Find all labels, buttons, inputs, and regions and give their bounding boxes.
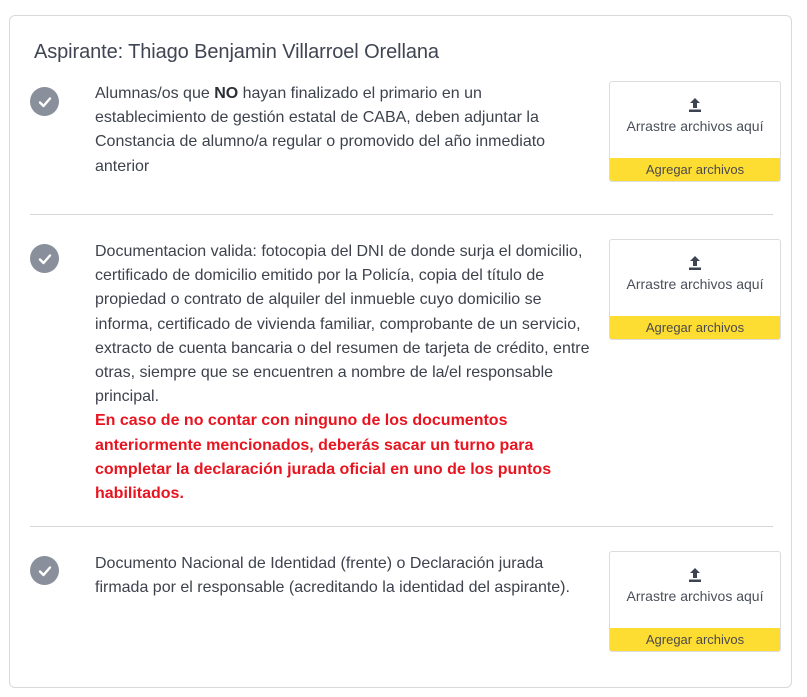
dropzone-label: Arrastre archivos aquí (626, 118, 764, 134)
warning-text: En caso de no contar con ninguno de los … (95, 412, 552, 503)
add-files-button[interactable]: Agregar archivos (610, 628, 780, 651)
check-icon (30, 87, 59, 116)
requirement-text: Documento Nacional de Identidad (frente)… (95, 555, 570, 597)
dropzone-label: Arrastre archivos aquí (626, 588, 764, 604)
upload-icon (610, 255, 780, 271)
file-dropzone[interactable]: Arrastre archivos aquí Agregar archivos (609, 239, 781, 340)
page-title: Aspirante: Thiago Benjamin Villarroel Or… (34, 41, 439, 63)
applicant-documents-card: Aspirante: Thiago Benjamin Villarroel Or… (9, 15, 792, 688)
divider (30, 526, 773, 527)
file-dropzone[interactable]: Arrastre archivos aquí Agregar archivos (609, 81, 781, 182)
check-icon (30, 244, 59, 273)
divider (30, 214, 773, 215)
add-files-button[interactable]: Agregar archivos (610, 316, 780, 339)
check-icon (30, 556, 59, 585)
upload-icon (610, 97, 780, 113)
requirement-text: Documentacion valida: fotocopia del DNI … (95, 240, 590, 506)
dropzone-label: Arrastre archivos aquí (626, 276, 764, 292)
add-files-button[interactable]: Agregar archivos (610, 158, 780, 181)
file-dropzone[interactable]: Arrastre archivos aquí Agregar archivos (609, 551, 781, 652)
upload-icon (610, 567, 780, 583)
requirement-text: Alumnas/os que NO hayan finalizado el pr… (95, 85, 546, 175)
